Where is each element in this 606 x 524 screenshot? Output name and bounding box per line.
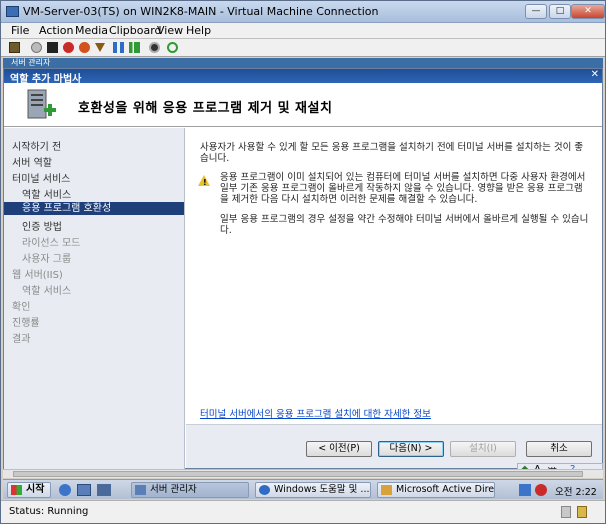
menu-action[interactable]: Action (39, 24, 73, 37)
nav-results: 결과 (12, 334, 31, 345)
menu-file[interactable]: File (11, 24, 29, 37)
nav-auth-method[interactable]: 인증 방법 (22, 218, 62, 233)
task-label: Windows 도움말 및 ... (274, 484, 370, 495)
save-icon[interactable] (79, 42, 90, 53)
wizard-heading: 호환성을 위해 응용 프로그램 제거 및 재설치 (78, 101, 333, 116)
snapshot-icon[interactable] (149, 42, 160, 53)
task-active-directory[interactable]: Microsoft Active Dire... (377, 482, 495, 498)
note-text-line2: 다. (220, 225, 232, 236)
horizontal-scrollbar[interactable] (3, 469, 603, 478)
revert-icon[interactable] (167, 42, 178, 53)
warning-exclamation-icon: ! (203, 178, 207, 187)
keyboard-status-icon (561, 506, 571, 518)
vm-toolbar (1, 39, 605, 57)
vm-app-icon (6, 6, 19, 17)
cancel-button[interactable]: 취소 (526, 441, 592, 457)
nav-app-compatibility[interactable]: 응용 프로그램 호환성 (4, 202, 184, 215)
windows-logo-icon (11, 485, 22, 495)
ad-task-icon (381, 485, 392, 495)
warning-text-line1: 응용 프로그램이 이미 설치되어 있는 컴퓨터에 터미널 서버를 설치하면 다중… (220, 172, 586, 183)
shield-icon[interactable] (95, 43, 105, 52)
wizard-titlebar[interactable]: 역할 추가 마법사 ✕ (4, 69, 602, 85)
intro-text-line2: 습니다. (200, 153, 230, 164)
tray-clock[interactable]: 오전 2:22 (555, 484, 597, 498)
turn-off-icon[interactable] (47, 42, 58, 53)
ctrl-alt-del-icon[interactable] (9, 42, 20, 53)
menu-view[interactable]: View (157, 24, 183, 37)
start-icon[interactable] (31, 42, 42, 53)
maximize-button[interactable]: □ (549, 4, 571, 19)
nav-progress: 진행률 (12, 318, 40, 329)
next-button[interactable]: 다음(N) > (378, 441, 444, 457)
lock-status-icon (577, 506, 587, 518)
start-label: 시작 (26, 484, 45, 495)
menu-clipboard[interactable]: Clipboard (109, 24, 162, 37)
wizard-nav: 시작하기 전 서버 역할 터미널 서비스 역할 서비스 응용 프로그램 호환성 … (4, 128, 185, 469)
nav-web-server-iis: 웹 서버(IIS) (12, 270, 63, 281)
pause-icon[interactable] (113, 42, 124, 53)
close-button[interactable]: ✕ (571, 4, 605, 19)
shutdown-icon[interactable] (63, 42, 74, 53)
guest-server-manager-strip: 서버 관리자 (3, 58, 603, 68)
server-add-icon (27, 89, 56, 119)
help-task-icon (259, 485, 270, 495)
menu-bar: File Action Media Clipboard View Help (1, 23, 605, 39)
task-windows-help[interactable]: Windows 도움말 및 ... (255, 482, 371, 498)
guest-taskbar: 시작 서버 관리자 Windows 도움말 및 ... Microsoft Ac… (3, 479, 603, 499)
previous-button[interactable]: < 이전(P) (306, 441, 372, 457)
status-bar: Status: Running (1, 500, 605, 523)
add-roles-wizard: 역할 추가 마법사 ✕ 호환성을 위해 응용 프로그램 제거 및 재설치 시작하… (3, 68, 603, 469)
volume-tray-icon[interactable] (535, 484, 547, 496)
nav-user-groups: 사용자 그룹 (22, 254, 72, 265)
nav-licensing-mode: 라이선스 모드 (22, 238, 81, 249)
warning-text-line2: 일부 기존 응용 프로그램이 올바르게 작동하지 않을 수 있습니다. 영향을 … (220, 183, 583, 194)
nav-role-services[interactable]: 역할 서비스 (22, 186, 71, 201)
desktop-quicklaunch-icon[interactable] (97, 484, 111, 496)
wizard-button-bar: < 이전(P) 다음(N) > 설치(I) 취소 (186, 424, 602, 468)
scrollbar-thumb[interactable] (13, 471, 583, 477)
network-tray-icon[interactable] (519, 484, 531, 496)
window-title: VM-Server-03(TS) on WIN2K8-MAIN - Virtua… (23, 5, 379, 18)
menu-media[interactable]: Media (75, 24, 108, 37)
menu-help[interactable]: Help (186, 24, 211, 37)
wizard-header: 호환성을 위해 응용 프로그램 제거 및 재설치 (4, 83, 602, 127)
nav-before-you-begin[interactable]: 시작하기 전 (12, 138, 61, 153)
status-text: Status: Running (9, 506, 89, 517)
warning-text-line3: 을 제거한 다음 다시 설치하면 이러한 문제를 해결할 수 있습니다. (220, 194, 478, 205)
vm-connection-window: VM-Server-03(TS) on WIN2K8-MAIN - Virtua… (0, 0, 606, 524)
nav-iis-role-services: 역할 서비스 (22, 286, 72, 297)
note-text-line1: 일부 응용 프로그램의 경우 설정을 약간 수정해야 터미널 서버에서 올바르게… (220, 214, 589, 225)
nav-confirmation: 확인 (12, 302, 31, 313)
minimize-button[interactable]: — (525, 4, 547, 19)
task-label: Microsoft Active Dire... (396, 484, 495, 495)
server-manager-icon (135, 485, 146, 495)
ie-quicklaunch-icon[interactable] (59, 484, 71, 496)
wizard-content: 사용자가 사용할 수 있게 할 모든 응용 프로그램을 설치하기 전에 터미널 … (186, 128, 602, 468)
more-info-link[interactable]: 터미널 서버에서의 응용 프로그램 설치에 대한 자세한 정보 (200, 406, 431, 420)
nav-server-roles[interactable]: 서버 역할 (12, 154, 52, 169)
nav-terminal-services[interactable]: 터미널 서비스 (12, 170, 70, 185)
wizard-close-button[interactable]: ✕ (591, 69, 599, 80)
intro-text-line1: 사용자가 사용할 수 있게 할 모든 응용 프로그램을 설치하기 전에 터미널 … (200, 142, 584, 153)
start-button[interactable]: 시작 (7, 482, 51, 498)
install-button: 설치(I) (450, 441, 516, 457)
window-titlebar[interactable]: VM-Server-03(TS) on WIN2K8-MAIN - Virtua… (1, 1, 605, 23)
reset-icon[interactable] (129, 42, 140, 53)
task-label: 서버 관리자 (150, 484, 197, 495)
task-server-manager[interactable]: 서버 관리자 (131, 482, 249, 498)
server-manager-quicklaunch-icon[interactable] (77, 484, 91, 496)
